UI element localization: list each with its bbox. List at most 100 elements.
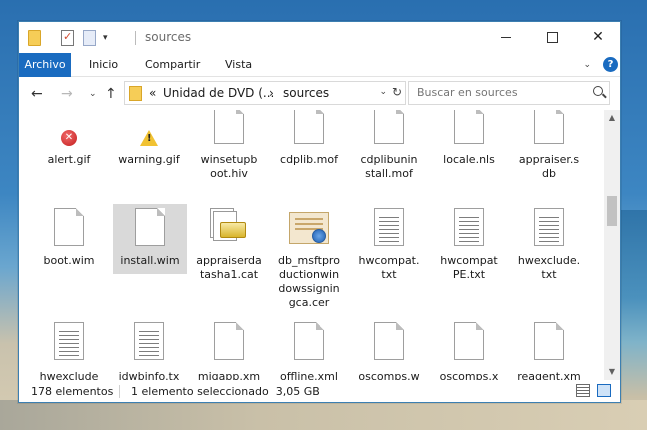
warning-gif-icon bbox=[140, 130, 158, 146]
file-icon bbox=[454, 322, 484, 360]
search-input[interactable] bbox=[417, 86, 587, 99]
file-item[interactable]: hwexclude PE.txt bbox=[31, 320, 107, 380]
navigation-bar: ← → ⌄ ↑ « Unidad de DVD (... › sources ⌄… bbox=[19, 78, 620, 110]
file-item-selected[interactable]: install.wim bbox=[113, 204, 187, 274]
file-label: locale.nls bbox=[443, 153, 495, 166]
file-label: hwcompat PE.txt bbox=[440, 254, 498, 281]
file-item[interactable]: hwcompat. txt bbox=[351, 204, 427, 286]
file-item[interactable]: hwexclude. txt bbox=[511, 204, 587, 286]
file-icon bbox=[534, 322, 564, 360]
address-history-chevron-icon[interactable]: ⌄ bbox=[379, 87, 387, 97]
help-icon[interactable]: ? bbox=[603, 57, 618, 72]
file-icon bbox=[294, 110, 324, 144]
selection-info: 1 elemento seleccionado 3,05 GB bbox=[131, 385, 320, 398]
file-item[interactable]: ✕ alert.gif bbox=[31, 110, 107, 170]
file-item[interactable]: hwcompat PE.txt bbox=[431, 204, 507, 286]
search-box[interactable] bbox=[408, 81, 610, 105]
scroll-down-arrow-icon[interactable]: ▼ bbox=[604, 364, 620, 380]
ribbon-help-area: ⌄ ? bbox=[583, 57, 618, 72]
catalog-icon bbox=[210, 208, 248, 248]
close-button[interactable]: ✕ bbox=[576, 22, 620, 52]
file-item[interactable]: boot.wim bbox=[31, 204, 107, 274]
status-separator bbox=[119, 385, 120, 398]
file-label: cdplib.mof bbox=[280, 153, 338, 166]
file-icon bbox=[374, 322, 404, 360]
file-item[interactable]: warning.gif bbox=[111, 110, 187, 170]
certificate-icon bbox=[289, 212, 329, 244]
file-item[interactable]: winsetupb oot.hiv bbox=[191, 110, 267, 186]
tab-compartir[interactable]: Compartir bbox=[135, 53, 210, 77]
up-arrow-icon[interactable]: ↑ bbox=[105, 86, 117, 102]
tab-archivo[interactable]: Archivo bbox=[19, 53, 71, 77]
file-icon bbox=[135, 208, 165, 246]
scrollbar-thumb[interactable] bbox=[607, 196, 617, 226]
file-icon bbox=[294, 322, 324, 360]
refresh-icon[interactable]: ↻ bbox=[392, 85, 402, 99]
file-item[interactable]: idwbinfo.tx t bbox=[111, 320, 187, 380]
properties-icon[interactable] bbox=[61, 29, 74, 46]
text-file-icon bbox=[374, 208, 404, 246]
file-label: hwexclude. txt bbox=[517, 254, 581, 281]
address-bar[interactable]: « Unidad de DVD (... › sources ⌄ ↻ bbox=[124, 81, 406, 105]
new-folder-icon[interactable] bbox=[83, 29, 96, 46]
item-count: 178 elementos bbox=[31, 385, 114, 398]
file-label: winsetupb oot.hiv bbox=[200, 153, 258, 180]
file-label: offline.xml bbox=[280, 370, 338, 380]
file-label: oscomps.x ml bbox=[439, 370, 499, 380]
tab-inicio[interactable]: Inicio bbox=[79, 53, 128, 77]
title-separator bbox=[135, 31, 136, 45]
file-icon bbox=[214, 110, 244, 144]
file-item[interactable]: appraiser.s db bbox=[511, 110, 587, 186]
breadcrumb-overflow[interactable]: « bbox=[149, 86, 156, 100]
large-icons-view-icon[interactable] bbox=[597, 384, 611, 397]
folder-icon bbox=[129, 86, 142, 101]
ribbon-tabs: Archivo Inicio Compartir Vista ⌄ ? bbox=[19, 53, 620, 77]
file-label: cdplibunin stall.mof bbox=[360, 153, 418, 180]
text-file-icon bbox=[454, 208, 484, 246]
file-item[interactable]: db_msftpro ductionwin dowssignin gca.cer bbox=[271, 204, 347, 316]
file-explorer-window: ▾ sources ✕ Archivo Inicio Compartir Vis… bbox=[18, 21, 621, 403]
title-bar: ▾ sources ✕ bbox=[19, 22, 620, 53]
file-icon bbox=[374, 110, 404, 144]
vertical-scrollbar[interactable]: ▲ ▼ bbox=[604, 110, 620, 380]
file-icon bbox=[54, 208, 84, 246]
file-label: appraiser.s db bbox=[518, 153, 580, 180]
details-view-icon[interactable] bbox=[576, 384, 590, 397]
customize-quick-access-chevron-icon[interactable]: ▾ bbox=[103, 29, 108, 46]
file-item[interactable]: reagent.xm l bbox=[511, 320, 587, 380]
window-title: sources bbox=[145, 30, 192, 44]
expand-ribbon-chevron-icon[interactable]: ⌄ bbox=[583, 60, 591, 70]
file-item[interactable]: locale.nls bbox=[431, 110, 507, 170]
back-arrow-icon[interactable]: ← bbox=[31, 86, 43, 102]
search-icon[interactable] bbox=[593, 86, 603, 96]
file-item[interactable]: appraiserda tasha1.cat bbox=[191, 204, 267, 286]
file-list: ✕ alert.gif warning.gif winsetupb oot.hi… bbox=[19, 110, 604, 380]
forward-arrow-icon[interactable]: → bbox=[61, 86, 73, 102]
file-label: migapp.xm l bbox=[197, 370, 261, 380]
scroll-up-arrow-icon[interactable]: ▲ bbox=[604, 110, 620, 126]
file-item[interactable]: offline.xml bbox=[271, 320, 347, 380]
breadcrumb-dvd-drive[interactable]: Unidad de DVD (... bbox=[163, 86, 274, 100]
file-item[interactable]: cdplibunin stall.mof bbox=[351, 110, 427, 186]
text-file-icon bbox=[534, 208, 564, 246]
file-icon bbox=[454, 110, 484, 144]
close-icon: ✕ bbox=[592, 29, 604, 45]
file-label: idwbinfo.tx t bbox=[118, 370, 180, 380]
desktop-wallpaper-beach bbox=[0, 400, 647, 430]
text-file-icon bbox=[134, 322, 164, 360]
file-item[interactable]: migapp.xm l bbox=[191, 320, 267, 380]
file-label: oscomps.w oa.xml bbox=[358, 370, 420, 380]
file-label: appraiserda tasha1.cat bbox=[196, 254, 262, 281]
recent-locations-chevron-icon[interactable]: ⌄ bbox=[89, 89, 97, 99]
tab-vista[interactable]: Vista bbox=[215, 53, 262, 77]
file-label: boot.wim bbox=[43, 254, 95, 267]
file-item[interactable]: oscomps.w oa.xml bbox=[351, 320, 427, 380]
file-item[interactable]: oscomps.x ml bbox=[431, 320, 507, 380]
maximize-button[interactable] bbox=[530, 22, 574, 52]
file-label: hwexclude PE.txt bbox=[39, 370, 99, 380]
file-item[interactable]: cdplib.mof bbox=[271, 110, 347, 170]
file-icon bbox=[214, 322, 244, 360]
breadcrumb-separator[interactable]: › bbox=[269, 86, 274, 100]
minimize-button[interactable] bbox=[484, 22, 528, 52]
breadcrumb-sources[interactable]: sources bbox=[283, 86, 329, 100]
